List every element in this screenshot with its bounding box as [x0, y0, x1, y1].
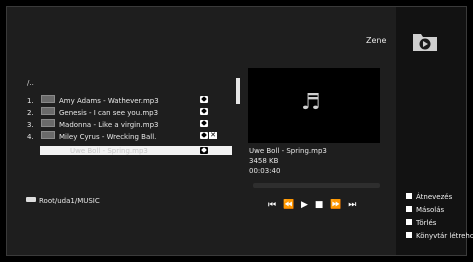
favorite-icon: [200, 96, 208, 103]
storage-icon: [26, 197, 36, 202]
list-item[interactable]: 3. Madonna - Like a virgin.mp3: [27, 119, 159, 130]
item-number: 1.: [27, 97, 34, 105]
media-player-screen: Zene /.. 1. Amy Adams - Wathever.mp3 2. Ge…: [0, 0, 473, 262]
breadcrumb-path: Root/uda1/MUSIC: [39, 197, 100, 205]
selected-list-item[interactable]: Uwe Boll - Spring.mp3: [40, 146, 232, 155]
list-scrollbar[interactable]: [236, 78, 240, 104]
favorite-icon: [200, 147, 208, 154]
rename-option[interactable]: Átnevezés: [406, 193, 452, 201]
mp3-file-icon: [41, 107, 55, 115]
playback-progress-bar[interactable]: [253, 183, 380, 188]
music-folder-icon: [412, 30, 438, 52]
mp3-file-icon: [41, 131, 55, 139]
create-folder-option[interactable]: Könyvtár létrehozás: [406, 232, 473, 240]
list-item[interactable]: 4. Miley Cyrus - Wrecking Ball.: [27, 131, 156, 142]
breadcrumb: Root/uda1/MUSIC: [26, 197, 100, 205]
item-number: 2.: [27, 109, 34, 117]
parent-directory[interactable]: /..: [27, 79, 34, 87]
delete-mark-icon: ✕: [209, 131, 217, 139]
track-duration: 00:03:40: [249, 167, 281, 175]
copy-option[interactable]: Másolás: [406, 206, 444, 214]
list-item[interactable]: 2. Genesis - I can see you.mp3: [27, 107, 158, 118]
playback-controls[interactable]: ⏮ ⏪ ▶ ■ ⏩ ⏭: [268, 200, 358, 210]
track-filename: Uwe Boll - Spring.mp3: [249, 147, 327, 155]
item-label: Miley Cyrus - Wrecking Ball.: [59, 133, 157, 141]
list-item[interactable]: 1. Amy Adams - Wathever.mp3: [27, 95, 159, 106]
mp3-file-icon: [41, 95, 55, 103]
mp3-file-icon: [41, 119, 55, 127]
delete-option[interactable]: Törlés: [406, 219, 436, 227]
page-title: Zene: [366, 36, 387, 45]
red-key-icon: [406, 193, 412, 199]
yellow-key-icon: [406, 219, 412, 225]
blue-key-icon: [406, 232, 412, 238]
track-size: 3458 KB: [249, 157, 279, 165]
item-number: 4.: [27, 133, 34, 141]
item-label: Amy Adams - Wathever.mp3: [59, 97, 159, 105]
favorite-icon: [200, 108, 208, 115]
item-label: Genesis - I can see you.mp3: [59, 109, 159, 117]
album-art-preview: ♬: [248, 68, 380, 143]
item-label: Uwe Boll - Spring.mp3: [70, 147, 148, 155]
favorite-icon: [200, 132, 208, 139]
item-label: Madonna - Like a virgin.mp3: [59, 121, 159, 129]
music-note-icon: ♬: [301, 90, 321, 115]
favorite-icon: [200, 120, 208, 127]
item-number: 3.: [27, 121, 34, 129]
green-key-icon: [406, 206, 412, 212]
